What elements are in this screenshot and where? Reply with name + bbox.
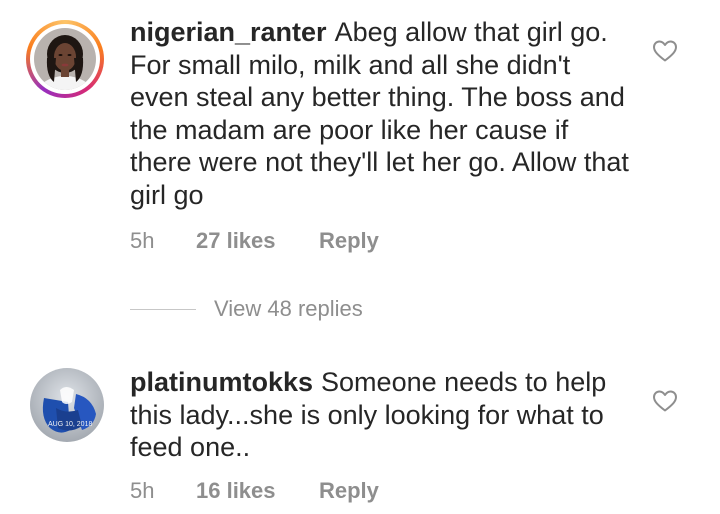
profile-photo-blue: AUG 10, 2018 — [30, 368, 104, 442]
photo-date-stamp: AUG 10, 2018 — [48, 421, 92, 428]
divider — [130, 308, 196, 310]
comment-likes[interactable]: 16 likes — [196, 478, 319, 504]
comment-likes[interactable]: 27 likes — [196, 228, 319, 254]
heart-outline-icon[interactable] — [652, 389, 678, 413]
view-replies-label: View 48 replies — [214, 296, 363, 321]
avatar[interactable]: AUG 10, 2018 — [30, 368, 104, 442]
reply-button[interactable]: Reply — [319, 478, 379, 504]
comment-text: platinumtokks Someone needs to help this … — [130, 366, 630, 464]
avatar[interactable] — [26, 20, 104, 98]
reply-button[interactable]: Reply — [319, 228, 379, 254]
profile-photo-woman — [34, 28, 96, 90]
comment-meta: 5h 27 likes Reply — [130, 228, 379, 254]
comment-username[interactable]: platinumtokks — [130, 367, 313, 397]
comment-username[interactable]: nigerian_ranter — [130, 17, 327, 47]
heart-outline-icon[interactable] — [652, 39, 678, 63]
comment-text: nigerian_ranter Abeg allow that girl go. … — [130, 16, 630, 211]
comment-meta: 5h 16 likes Reply — [130, 478, 379, 504]
comment-time: 5h — [130, 228, 155, 253]
comment-time: 5h — [130, 478, 155, 503]
view-replies-button[interactable]: View 48 replies — [130, 296, 363, 322]
